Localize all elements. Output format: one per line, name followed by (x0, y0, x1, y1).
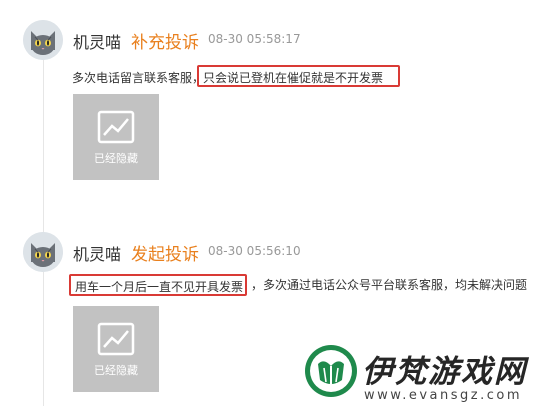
hidden-image-label: 已经隐藏 (94, 364, 138, 377)
hidden-attachment-image[interactable]: 已经隐藏 (73, 94, 159, 180)
timestamp: 08-30 05:56:10 (208, 244, 301, 258)
hidden-attachment-image[interactable]: 已经隐藏 (73, 306, 159, 392)
tulip-logo-icon (304, 344, 358, 402)
timestamp: 08-30 05:58:17 (208, 32, 301, 46)
image-chart-icon (97, 322, 135, 356)
author-name: 机灵喵 (73, 33, 122, 52)
complaint-text: 多次电话留言联系客服， (72, 71, 205, 85)
cat-avatar-icon[interactable] (23, 232, 63, 272)
highlighted-complaint-text: 只会说已登机在催促就是不开发票 (197, 65, 400, 87)
image-chart-icon (97, 110, 135, 144)
complaint-text: ，多次通过电话公众号平台联系客服，均未解决问题 (251, 278, 528, 292)
watermark-site-name: 伊梵游戏网 (362, 354, 527, 390)
site-watermark: 伊梵游戏网 www.evansgz.com (300, 340, 550, 406)
hidden-image-label: 已经隐藏 (94, 152, 138, 165)
watermark-url: www.evansgz.com (364, 388, 522, 403)
highlighted-complaint-text: 用车一个月后一直不见开具发票 (69, 274, 247, 296)
complaint-action-label: 补充投诉 (131, 33, 199, 53)
cat-avatar-icon[interactable] (23, 20, 63, 60)
author-name: 机灵喵 (73, 245, 122, 264)
complaint-action-label: 发起投诉 (131, 245, 199, 265)
